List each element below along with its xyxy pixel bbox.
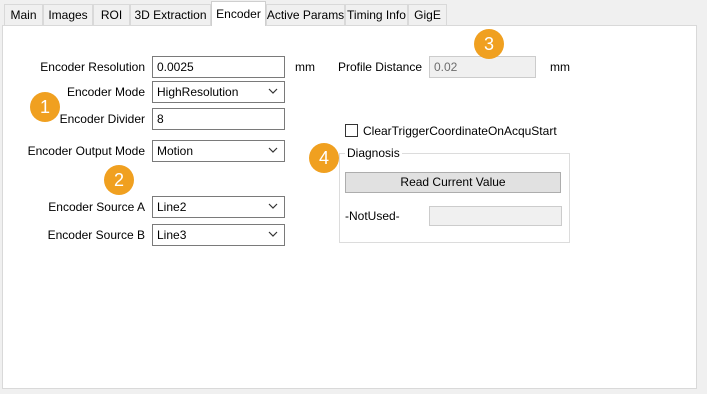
chevron-down-icon	[268, 88, 278, 94]
tab-bar: Main Images ROI 3D Extraction Encoder Ac…	[0, 0, 707, 26]
read-current-value-button[interactable]: Read Current Value	[345, 172, 561, 193]
tab-images[interactable]: Images	[43, 4, 93, 25]
chevron-down-icon	[268, 203, 278, 209]
clear-trigger-label[interactable]: ClearTriggerCoordinateOnAcquStart	[363, 124, 557, 138]
encoder-source-b-select[interactable]: Line3	[152, 224, 285, 246]
clear-trigger-checkbox[interactable]	[345, 124, 358, 137]
tab-encoder[interactable]: Encoder	[211, 1, 266, 26]
tab-active-params[interactable]: Active Params	[266, 4, 345, 25]
tab-timing-info[interactable]: Timing Info	[345, 4, 408, 25]
tab-3d-extraction[interactable]: 3D Extraction	[130, 4, 211, 25]
callout-badge-4: 4	[309, 143, 339, 173]
profile-distance-input: 0.02	[429, 56, 536, 78]
chevron-down-icon	[268, 231, 278, 237]
tab-main[interactable]: Main	[4, 4, 43, 25]
callout-badge-1: 1	[30, 92, 60, 122]
encoder-source-b-label: Encoder Source B	[47, 228, 145, 242]
diagnosis-group	[339, 153, 570, 243]
encoder-output-mode-select[interactable]: Motion	[152, 140, 285, 162]
encoder-divider-input[interactable]: 8	[152, 108, 285, 130]
callout-badge-3: 3	[474, 29, 504, 59]
encoder-source-a-value: Line2	[157, 200, 187, 214]
encoder-mode-value: HighResolution	[157, 85, 239, 99]
profile-distance-unit: mm	[550, 60, 570, 74]
encoder-source-a-select[interactable]: Line2	[152, 196, 285, 218]
encoder-output-mode-label: Encoder Output Mode	[27, 144, 145, 158]
encoder-resolution-label: Encoder Resolution	[40, 60, 145, 74]
callout-badge-2: 2	[104, 165, 134, 195]
encoder-resolution-unit: mm	[295, 60, 315, 74]
not-used-value-field	[429, 206, 562, 226]
tab-roi[interactable]: ROI	[93, 4, 130, 25]
profile-distance-label: Profile Distance	[337, 60, 422, 74]
encoder-source-b-value: Line3	[157, 228, 187, 242]
diagnosis-title: Diagnosis	[345, 146, 402, 160]
encoder-output-mode-value: Motion	[157, 144, 194, 158]
chevron-down-icon	[268, 147, 278, 153]
encoder-mode-select[interactable]: HighResolution	[152, 81, 285, 103]
tab-gige[interactable]: GigE	[408, 4, 447, 25]
encoder-source-a-label: Encoder Source A	[48, 200, 145, 214]
not-used-label: -NotUsed-	[345, 209, 400, 223]
encoder-resolution-input[interactable]: 0.0025	[152, 56, 285, 78]
